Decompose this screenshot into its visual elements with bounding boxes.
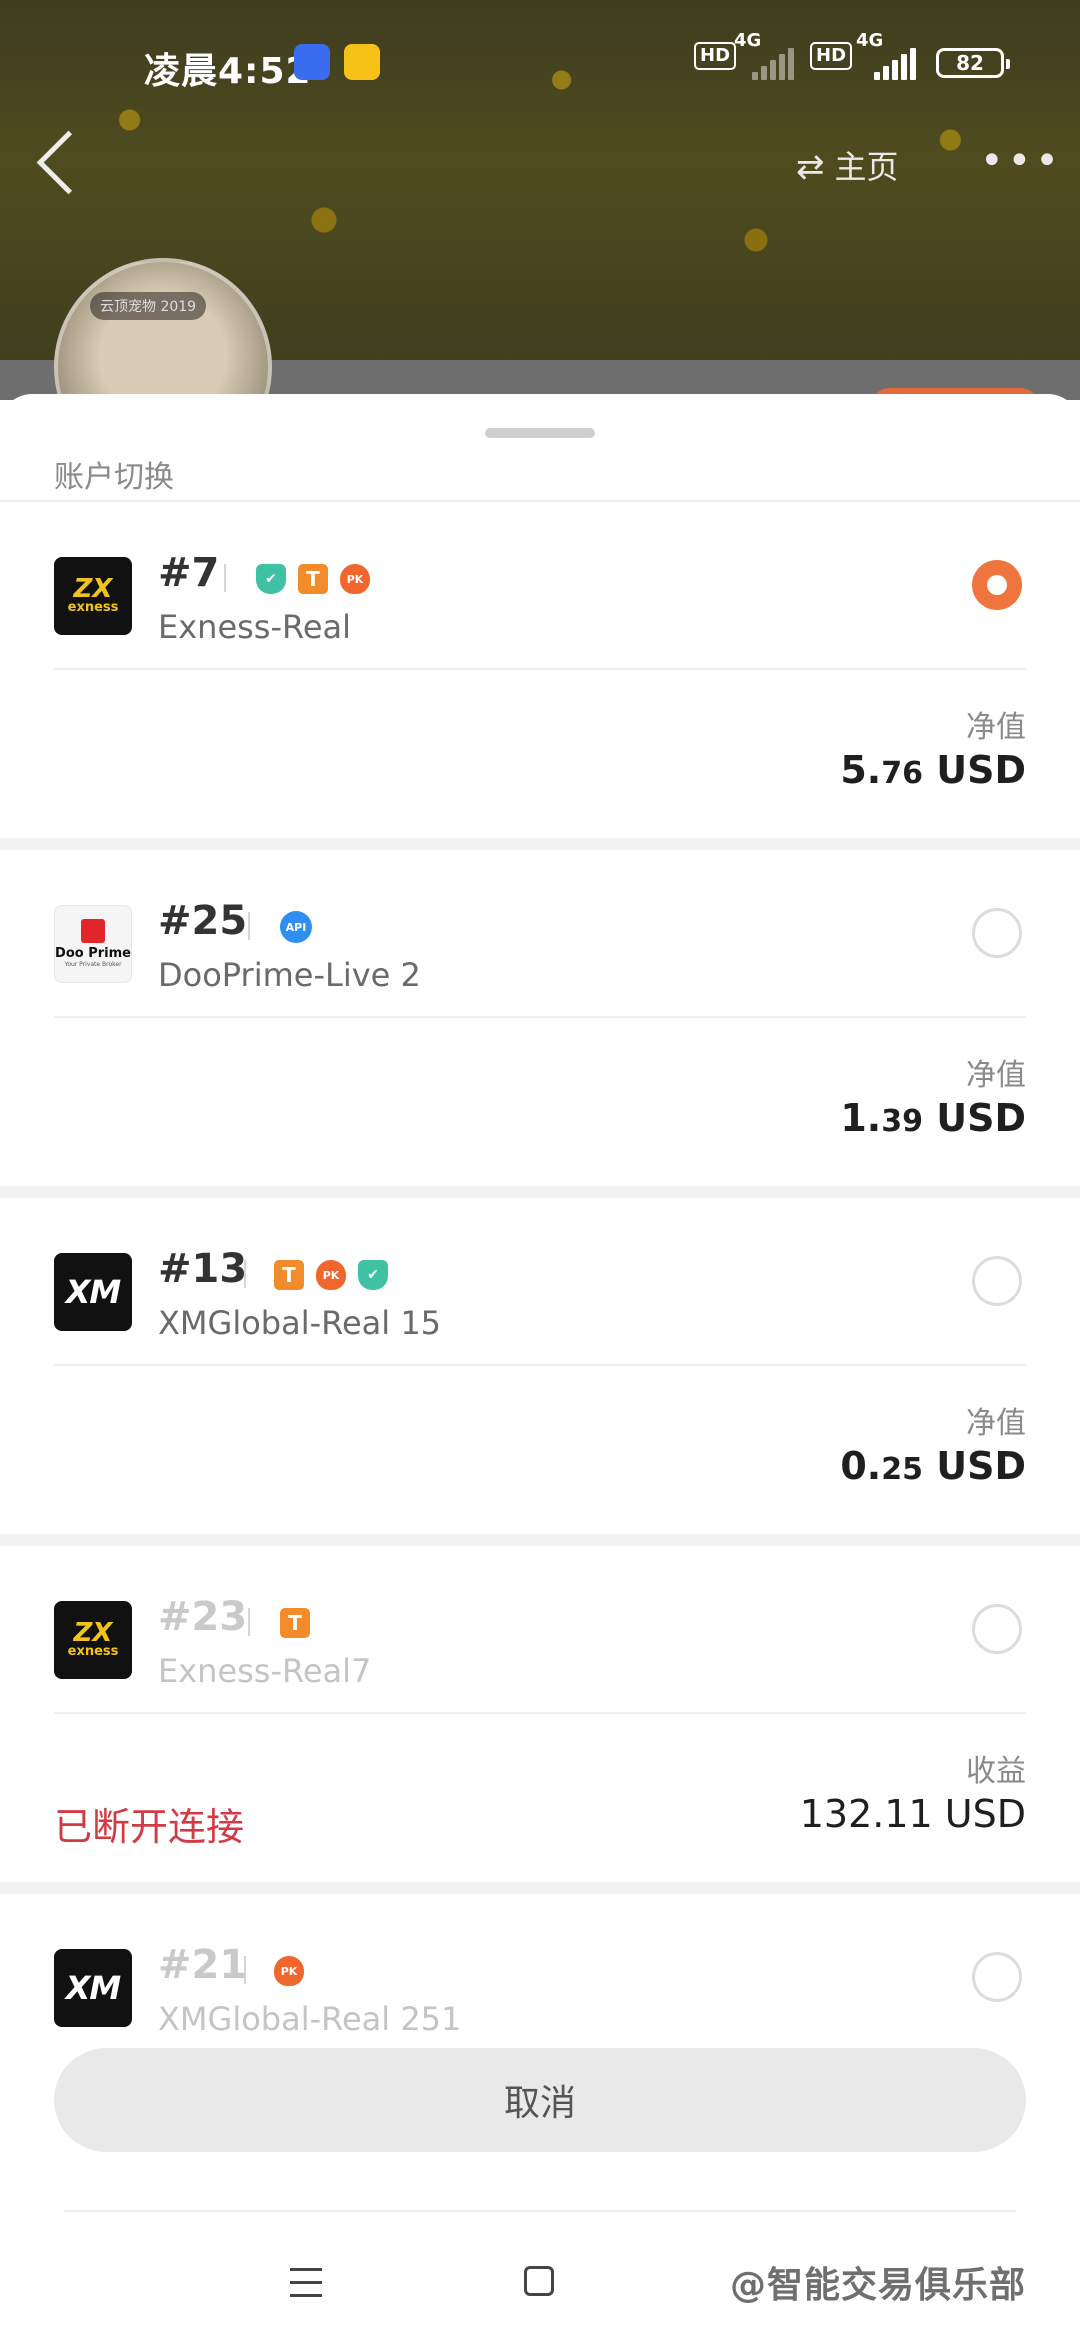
account-radio[interactable]: [972, 1256, 1022, 1306]
account-card[interactable]: Doo Prime Your Private Broker #25 API Do…: [0, 838, 1080, 1186]
shield-icon: ✔: [358, 1260, 388, 1290]
equity-label: 净值: [966, 710, 1026, 745]
divider: [248, 1608, 250, 1636]
account-number: #23: [158, 1594, 248, 1640]
home-switch-button[interactable]: ⇄ 主页: [796, 142, 899, 188]
equity-value: 1.39 USD: [840, 1096, 1026, 1140]
profit-label: 收益: [966, 1754, 1026, 1789]
account-badges: T PK ✔: [274, 1258, 388, 1292]
status-bar: 凌晨4:52 HD 4G HD 4G 82: [0, 0, 1080, 130]
card-separator: [0, 1534, 1080, 1546]
account-card[interactable]: XM #21 PK XMGlobal-Real 251: [0, 1882, 1080, 2032]
server-name: DooPrime-Live 2: [158, 956, 421, 994]
t-icon: T: [274, 1260, 304, 1290]
menu-icon[interactable]: [290, 2268, 322, 2298]
account-radio[interactable]: [972, 1604, 1022, 1654]
account-switch-sheet: 账户切换 ZX exness #7 ✔ T PK Exness-Real 净值 …: [0, 394, 1080, 2340]
hd-indicator-1: HD: [694, 42, 737, 70]
exness-logo: ZX exness: [54, 1601, 132, 1679]
watermark: @智能交易俱乐部: [730, 2265, 1027, 2306]
qq-notification-icon: [294, 44, 330, 80]
xm-logo: XM: [54, 1253, 132, 1331]
divider: [244, 1260, 246, 1288]
home-label: 主页: [834, 148, 899, 186]
battery-indicator: 82: [936, 48, 1010, 78]
account-number: #21: [158, 1942, 248, 1988]
card-divider: [54, 1364, 1026, 1366]
hd-indicator-2: HD: [810, 42, 853, 70]
account-badges: API: [280, 910, 312, 944]
nav-divider: [64, 2210, 1016, 2212]
card-divider: [54, 668, 1026, 670]
exness-logo: ZX exness: [54, 557, 132, 635]
mail-notification-icon: [344, 44, 380, 80]
equity-label: 净值: [966, 1058, 1026, 1093]
card-separator: [0, 838, 1080, 850]
account-badges: ✔ T PK: [256, 562, 370, 596]
account-radio[interactable]: [972, 908, 1022, 958]
signal-bars-1-icon: [752, 46, 800, 80]
cancel-button[interactable]: 取消: [54, 2048, 1026, 2152]
api-icon: API: [280, 911, 312, 943]
server-name: XMGlobal-Real 15: [158, 1304, 442, 1342]
account-radio-selected[interactable]: [972, 560, 1022, 610]
account-number: #13: [158, 1246, 248, 1292]
equity-value: 5.76 USD: [840, 748, 1026, 792]
account-card[interactable]: ZX exness #23 T Exness-Real7 收益 已断开连接 13…: [0, 1534, 1080, 1882]
t-icon: T: [280, 1608, 310, 1638]
divider: [248, 912, 250, 940]
account-card[interactable]: XM #13 T PK ✔ XMGlobal-Real 15 净值 0.25 U…: [0, 1186, 1080, 1534]
server-name: Exness-Real7: [158, 1652, 372, 1690]
server-name: Exness-Real: [158, 608, 351, 646]
avatar-tag: 云顶宠物 2019: [90, 292, 207, 320]
signal-bars-2-icon: [874, 46, 922, 80]
more-options-icon[interactable]: •••: [980, 138, 1063, 184]
card-divider: [54, 1712, 1026, 1714]
account-list[interactable]: ZX exness #7 ✔ T PK Exness-Real 净值 5.76 …: [0, 502, 1080, 2032]
account-badges: PK: [274, 1954, 304, 1988]
server-name: XMGlobal-Real 251: [158, 2000, 462, 2032]
pk-icon: PK: [274, 1956, 304, 1986]
dooprime-logo: Doo Prime Your Private Broker: [54, 905, 132, 983]
status-time: 凌晨4:52: [144, 51, 312, 92]
card-divider: [54, 1016, 1026, 1018]
equity-value: 0.25 USD: [840, 1444, 1026, 1488]
card-separator: [0, 1186, 1080, 1198]
xm-logo: XM: [54, 1949, 132, 2027]
divider: [224, 564, 226, 592]
sheet-title: 账户切换: [54, 460, 174, 495]
account-badges: T: [280, 1606, 310, 1640]
equity-label: 净值: [966, 1406, 1026, 1441]
account-radio[interactable]: [972, 1952, 1022, 2002]
profit-value: 132.11 USD: [799, 1792, 1026, 1836]
t-icon: T: [298, 564, 328, 594]
account-number: #25: [158, 898, 248, 944]
pk-icon: PK: [316, 1260, 346, 1290]
home-icon[interactable]: [524, 2266, 554, 2296]
pk-icon: PK: [340, 564, 370, 594]
disconnected-status: 已断开连接: [54, 1805, 245, 1849]
account-number: #7: [158, 550, 220, 596]
swap-icon: ⇄: [796, 147, 825, 187]
divider: [244, 1956, 246, 1984]
card-separator: [0, 1882, 1080, 1894]
shield-icon: ✔: [256, 564, 286, 594]
account-card[interactable]: ZX exness #7 ✔ T PK Exness-Real 净值 5.76 …: [0, 502, 1080, 838]
sheet-drag-handle[interactable]: [485, 428, 595, 438]
